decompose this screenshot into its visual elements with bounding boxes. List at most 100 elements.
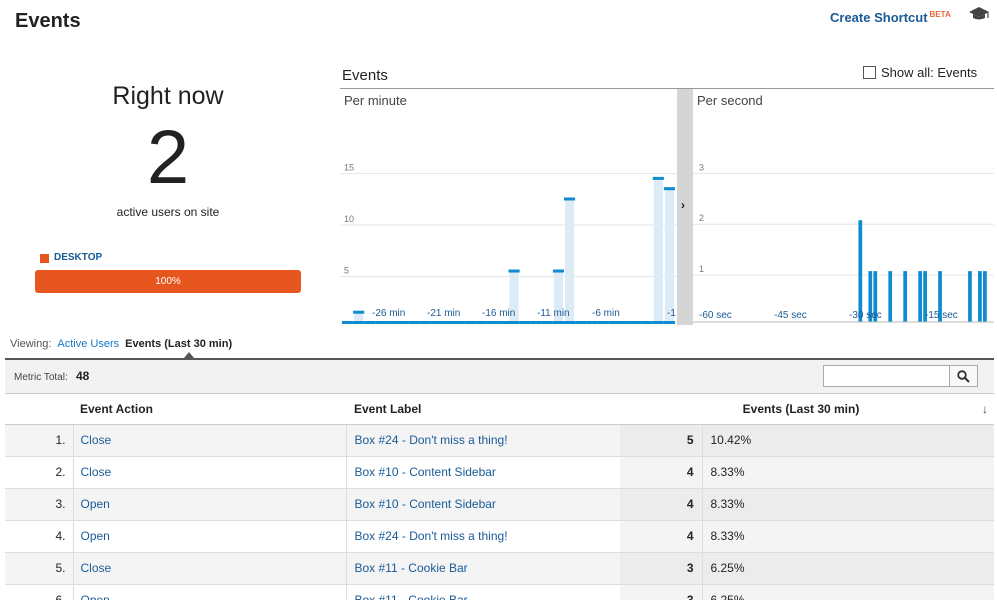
row-event-action-cell: Open (73, 488, 347, 521)
per-minute-baseline-tick (519, 321, 531, 324)
per-minute-baseline-tick (375, 321, 387, 324)
per-minute-baseline-tick (663, 321, 675, 324)
row-event-count: 3 (620, 584, 703, 600)
event-label-link[interactable]: Box #11 - Cookie Bar (355, 593, 468, 600)
chevron-right-icon[interactable]: › (681, 198, 685, 212)
y-tick-label: 3 (699, 162, 704, 172)
row-rank: 2. (5, 456, 74, 489)
desktop-legend-label[interactable]: DESKTOP (54, 252, 102, 263)
create-shortcut-link[interactable]: Create Shortcut BETA (830, 10, 951, 25)
y-tick-label: 1 (699, 264, 704, 274)
row-event-percent: 8.33% (702, 456, 994, 489)
row-event-action-cell: Close (73, 552, 347, 585)
realtime-events-page: { "page": { "title": "Events" }, "shortc… (0, 0, 997, 600)
per-minute-baseline-tick (641, 321, 653, 324)
y-tick-label: 2 (699, 213, 704, 223)
events-chart-title: Events (342, 67, 388, 84)
graduation-cap-icon[interactable] (968, 6, 990, 22)
table-search-input[interactable] (823, 365, 950, 387)
show-all-toggle[interactable]: Show all: Events (863, 65, 977, 80)
sort-descending-icon[interactable]: ↓ (982, 402, 988, 416)
show-all-label: Show all: Events (881, 65, 978, 80)
event-action-header[interactable]: Event Action (73, 394, 346, 425)
per-minute-baseline-tick (575, 321, 587, 324)
event-label-header[interactable]: Event Label (346, 394, 620, 425)
event-action-link[interactable]: Open (81, 529, 110, 543)
event-action-link[interactable]: Open (81, 497, 110, 511)
right-now-title: Right now (112, 82, 224, 110)
row-event-percent: 8.33% (702, 488, 994, 521)
table-row: 4. Open Box #24 - Don't miss a thing! 4 8.33… (5, 520, 994, 553)
device-share-bar: 100% (35, 270, 301, 293)
per-minute-baseline-tick (530, 321, 542, 324)
y-tick-label: 15 (344, 163, 354, 173)
per-minute-baseline-tick (497, 321, 509, 324)
event-action-link[interactable]: Close (81, 433, 112, 447)
x-tick-label: -16 min (482, 308, 515, 319)
per-minute-chart[interactable]: 5 10 15 -26 min -21 min -16 min -11 min -6 min -… (340, 89, 677, 325)
table-row: 3. Open Box #10 - Content Sidebar 4 8.33% (5, 488, 994, 521)
event-label-link[interactable]: Box #11 - Cookie Bar (355, 561, 468, 575)
table-header-row: Event Action Event Label Events (Last 30… (5, 394, 994, 425)
per-second-bar (918, 271, 922, 322)
per-minute-baseline-tick (397, 321, 409, 324)
row-event-label-cell: Box #10 - Content Sidebar (346, 488, 620, 521)
beta-badge: BETA (929, 10, 951, 19)
x-tick-label: -30 sec (849, 310, 882, 321)
per-minute-bar (552, 269, 564, 273)
per-minute-baseline-tick (453, 321, 465, 324)
per-minute-baseline-tick (508, 321, 520, 324)
row-event-count: 4 (620, 488, 703, 521)
show-all-checkbox[interactable] (863, 66, 876, 79)
per-minute-bar (564, 197, 576, 201)
x-tick-label: -21 min (427, 308, 460, 319)
x-tick-label: -26 min (372, 308, 405, 319)
per-second-bar (983, 271, 987, 322)
events-count-header[interactable]: Events (Last 30 min) ↓ (620, 394, 994, 425)
table-row: 5. Close Box #11 - Cookie Bar 3 6.25% (5, 552, 994, 585)
events-count-header-label: Events (Last 30 min) (742, 401, 860, 416)
event-label-link[interactable]: Box #24 - Don't miss a thing! (355, 529, 508, 543)
rank-header (5, 394, 73, 425)
event-label-link[interactable]: Box #10 - Content Sidebar (355, 497, 496, 511)
per-second-bar (858, 220, 863, 322)
per-second-bar (968, 271, 972, 322)
viewing-label: Viewing: (10, 338, 52, 350)
active-users-subtitle: active users on site (116, 205, 220, 219)
per-minute-baseline-tick (652, 321, 664, 324)
active-users-link[interactable]: Active Users (57, 338, 119, 350)
y-tick-label: 10 (344, 214, 354, 224)
per-minute-baseline-tick (386, 321, 398, 324)
row-event-action-cell: Close (73, 424, 347, 457)
chart-divider[interactable] (677, 89, 693, 325)
row-rank: 5. (5, 552, 74, 585)
row-event-count: 3 (620, 552, 703, 585)
event-action-link[interactable]: Close (81, 465, 112, 479)
row-event-percent: 8.33% (702, 520, 994, 553)
row-rank: 6. (5, 584, 74, 600)
search-button[interactable] (949, 365, 978, 387)
per-second-bar (903, 271, 908, 322)
metric-total-bar: Metric Total: 48 (5, 358, 994, 394)
per-minute-bar (663, 187, 675, 191)
events-current-tab: Events (Last 30 min) (125, 338, 233, 350)
per-minute-bar (508, 269, 520, 273)
per-minute-baseline-tick (586, 321, 598, 324)
per-minute-baseline-tick (408, 321, 420, 324)
row-event-label-cell: Box #24 - Don't miss a thing! (346, 424, 620, 457)
row-event-action-cell: Open (73, 520, 347, 553)
page-title: Events (15, 10, 81, 32)
row-event-action-cell: Close (73, 456, 347, 489)
event-action-link[interactable]: Close (81, 561, 112, 575)
event-label-link[interactable]: Box #24 - Don't miss a thing! (355, 433, 508, 447)
row-event-count: 4 (620, 520, 703, 553)
event-action-link[interactable]: Open (81, 593, 110, 600)
row-rank: 4. (5, 520, 74, 553)
per-minute-baseline-tick (419, 321, 431, 324)
per-minute-baseline-tick (464, 321, 476, 324)
per-second-chart[interactable]: 1 2 3 -60 sec -45 sec -30 sec -15 sec (693, 89, 994, 325)
desktop-legend-swatch (40, 254, 49, 263)
metric-total-value: 48 (76, 369, 90, 383)
metric-total-label: Metric Total: (14, 372, 68, 383)
event-label-link[interactable]: Box #10 - Content Sidebar (355, 465, 496, 479)
